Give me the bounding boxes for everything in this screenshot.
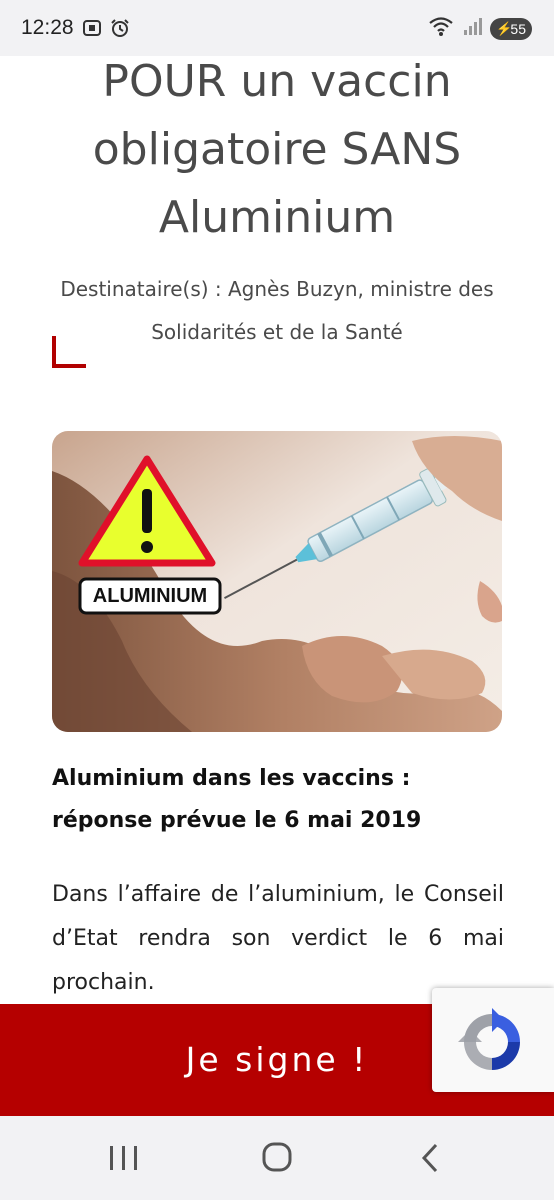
battery-level: 55: [510, 21, 526, 37]
article-heading: Aluminium dans les vaccins : réponse pré…: [52, 766, 422, 833]
recent-apps-icon[interactable]: [104, 1140, 144, 1176]
petition-header: POUR un vaccin obligatoire SANS Aluminiu…: [0, 48, 554, 354]
hero-warning-label: ALUMINIUM: [92, 585, 208, 607]
recaptcha-badge[interactable]: [432, 988, 554, 1092]
signal-icon: [462, 16, 482, 42]
alarm-icon: [110, 18, 130, 44]
home-icon[interactable]: [257, 1140, 297, 1176]
hero-image: ALUMINIUM: [52, 431, 502, 732]
back-icon[interactable]: [412, 1140, 452, 1176]
status-right: ⚡ 55: [428, 15, 532, 43]
article-body: Dans l’affaire de l’aluminium, le Consei…: [52, 882, 504, 995]
wifi-icon: [428, 15, 454, 43]
navigation-bar: [0, 1116, 554, 1200]
charging-icon: ⚡: [496, 21, 513, 36]
battery-icon: ⚡ 55: [490, 18, 532, 40]
corner-accent: [52, 336, 86, 368]
recaptcha-icon: [456, 1006, 528, 1082]
screen: 12:28 ⚡ 55 POUR un vaccin obligatoire SA…: [0, 0, 554, 1200]
status-left-icons: [82, 18, 130, 44]
screenshot-icon: [82, 18, 102, 44]
petition-title: POUR un vaccin obligatoire SANS Aluminiu…: [92, 56, 462, 243]
status-time: 12:28: [21, 16, 74, 39]
